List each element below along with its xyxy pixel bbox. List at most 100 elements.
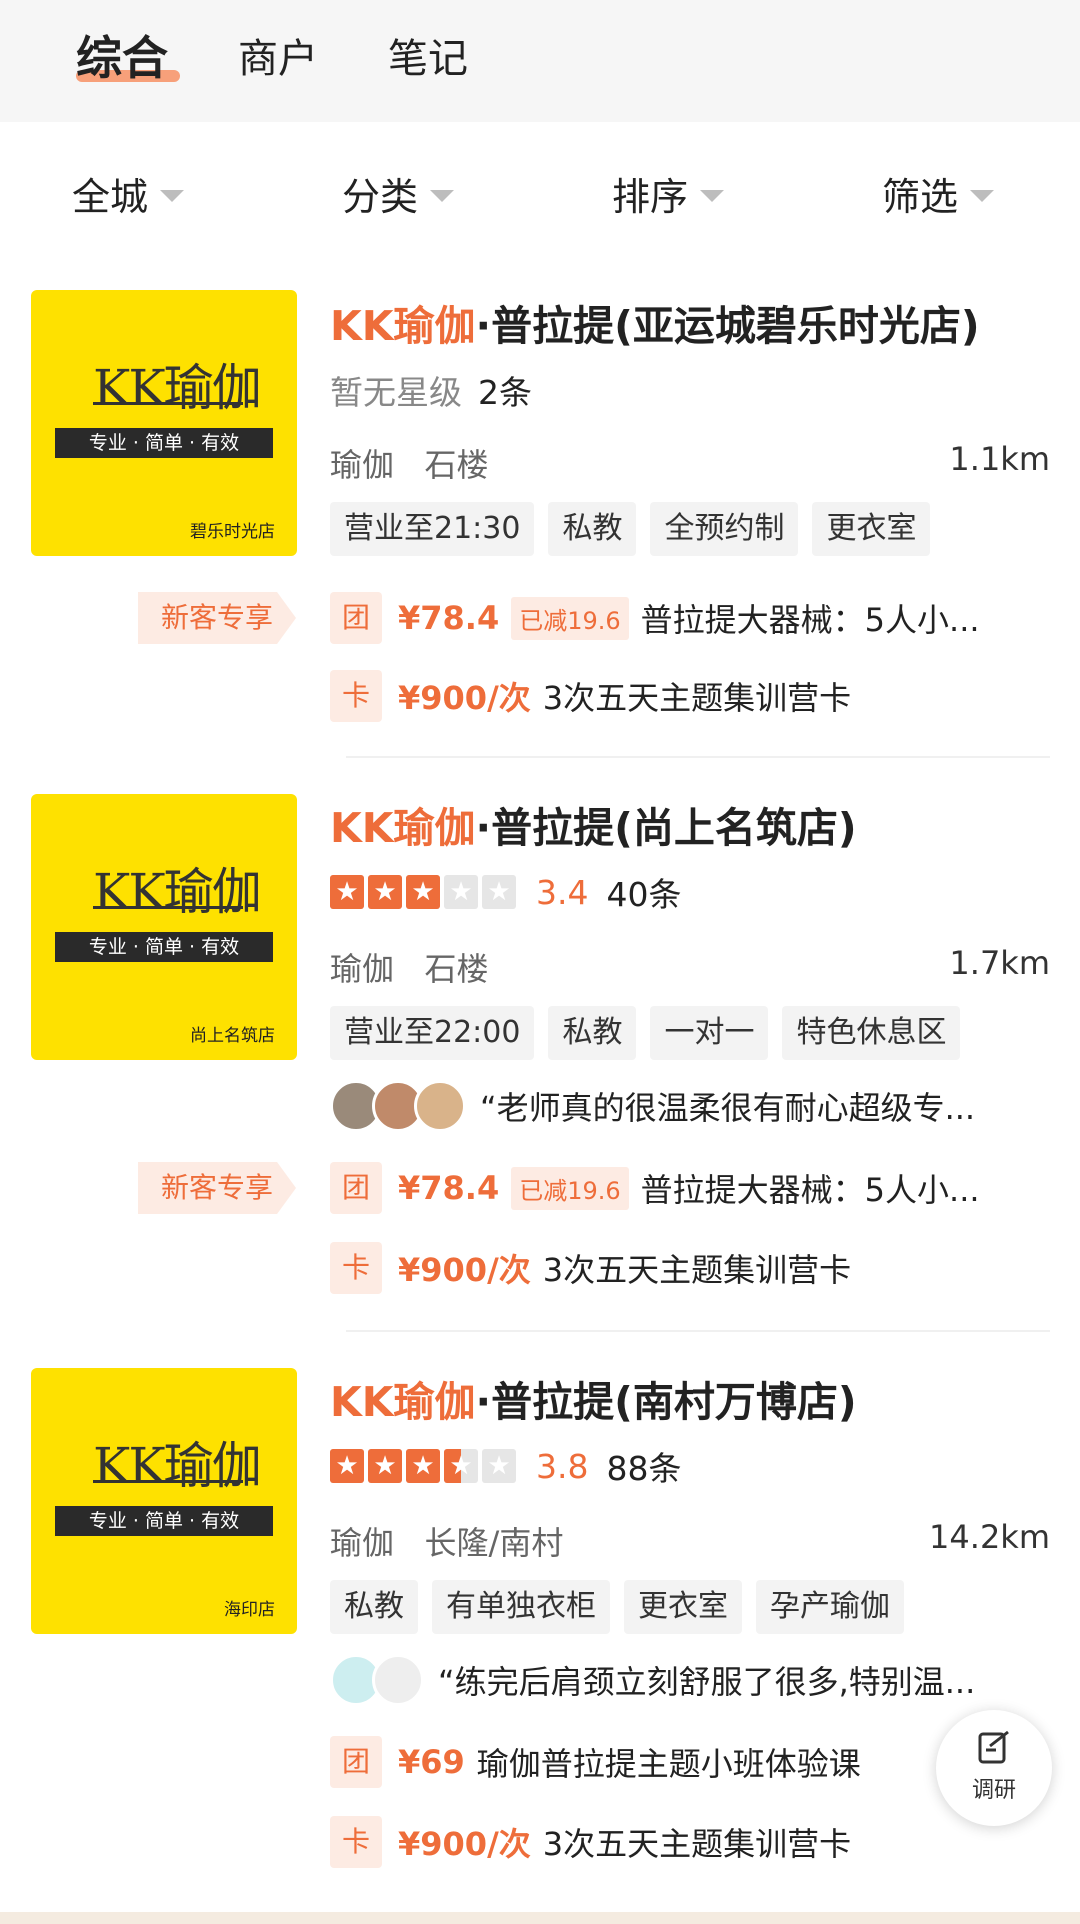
- thumbnail-store-label: 尚上名筑店: [190, 1026, 275, 1046]
- thumbnail-store-label: 碧乐时光店: [190, 522, 275, 542]
- star-icon: ★: [482, 875, 516, 909]
- tab-merchants[interactable]: 商户: [238, 26, 318, 84]
- new-customer-badge: 新客专享: [138, 1162, 296, 1214]
- deal-text: 3次五天主题集训营卡: [542, 679, 852, 717]
- star-rating: ★ ★ ★ ★ ★: [330, 1449, 520, 1483]
- category: 瑜伽: [330, 950, 395, 988]
- logo-slogan: 专业 · 简单 · 有效: [55, 932, 273, 962]
- logo-underline: [93, 1480, 243, 1483]
- logo-underline: [93, 906, 243, 909]
- category: 瑜伽: [330, 1524, 395, 1562]
- rating-row: ★ ★ ★ ★ ★ 3.4 40条: [330, 868, 681, 916]
- discount-badge: 已减19.6: [511, 596, 629, 640]
- deal-row[interactable]: 卡 ¥900/次 3次五天主题集训营卡: [330, 1242, 1050, 1294]
- star-icon: ★: [406, 1449, 440, 1483]
- tab-notes[interactable]: 笔记: [388, 26, 468, 84]
- survey-label: 调研: [971, 1778, 1016, 1803]
- tag: 私教: [330, 1580, 418, 1634]
- card-deal-icon: 卡: [330, 1242, 382, 1294]
- meta-row: 瑜伽 石楼 1.7km: [330, 944, 1050, 990]
- review-count: 40条: [606, 875, 682, 914]
- shop-title[interactable]: KK瑜伽·普拉提(亚运城碧乐时光店): [330, 292, 980, 352]
- deal-row[interactable]: 卡 ¥900/次 3次五天主题集训营卡: [330, 670, 1050, 722]
- discount-badge: 已减19.6: [511, 1166, 629, 1210]
- review-quote: “练完后肩颈立刻舒服了很多,特别温...: [438, 1663, 976, 1701]
- deal-row[interactable]: 团 ¥78.4 已减19.6 普拉提大器械：5人小...: [330, 592, 1050, 644]
- filter-city[interactable]: 全城: [72, 166, 185, 221]
- deal-price: ¥900/次: [398, 1825, 531, 1863]
- deal-row[interactable]: 团 ¥78.4 已减19.6 普拉提大器械：5人小...: [330, 1162, 1050, 1214]
- star-icon: ★: [330, 1449, 364, 1483]
- star-icon: ★: [368, 875, 402, 909]
- tag-list: 营业至22:00 私教 一对一 特色休息区: [330, 1006, 974, 1060]
- tab-comprehensive[interactable]: 综合: [76, 22, 168, 88]
- logo-underline: [93, 402, 243, 405]
- brand-logo: KK瑜伽: [93, 1437, 262, 1495]
- tag: 全预约制: [650, 502, 799, 556]
- shop-card[interactable]: KK瑜伽 专业 · 简单 · 有效 尚上名筑店 KK瑜伽·普拉提(尚上名筑店) …: [0, 760, 1080, 1332]
- rating-row: ★ ★ ★ ★ ★ 3.8 88条: [330, 1442, 681, 1490]
- tag: 更衣室: [624, 1580, 742, 1634]
- star-icon: ★: [406, 875, 440, 909]
- card-deal-icon: 卡: [330, 1816, 382, 1868]
- distance: 14.2km: [929, 1518, 1050, 1556]
- card-deal-icon: 卡: [330, 670, 382, 722]
- deal-text: 普拉提大器械：5人小...: [640, 1171, 980, 1209]
- filter-screen[interactable]: 筛选: [882, 166, 995, 221]
- review-snippet[interactable]: “练完后肩颈立刻舒服了很多,特别温...: [330, 1654, 1050, 1706]
- filter-category[interactable]: 分类: [342, 166, 455, 221]
- logo-slogan: 专业 · 简单 · 有效: [55, 428, 273, 458]
- caret-down-icon: [700, 189, 725, 202]
- rating-row: 暂无星级 2条: [330, 366, 532, 414]
- tag-list: 私教 有单独衣柜 更衣室 孕产瑜伽: [330, 1580, 918, 1634]
- deal-price: ¥78.4: [398, 1169, 500, 1207]
- star-rating: ★ ★ ★ ★ ★: [330, 875, 520, 909]
- deal-text: 3次五天主题集训营卡: [542, 1825, 852, 1863]
- deal-price: ¥78.4: [398, 599, 500, 637]
- shop-thumbnail[interactable]: KK瑜伽 专业 · 简单 · 有效 海印店: [31, 1368, 297, 1634]
- review-quote: “老师真的很温柔很有耐心超级专...: [480, 1089, 976, 1127]
- shop-title[interactable]: KK瑜伽·普拉提(尚上名筑店): [330, 794, 857, 854]
- new-customer-badge: 新客专享: [138, 592, 296, 644]
- shop-card[interactable]: KK瑜伽 专业 · 简单 · 有效 海印店 KK瑜伽·普拉提(南村万博店) ★ ★…: [0, 1332, 1080, 1912]
- tag: 特色休息区: [782, 1006, 961, 1060]
- rating-score: 3.4: [536, 872, 589, 912]
- shop-thumbnail[interactable]: KK瑜伽 专业 · 简单 · 有效 碧乐时光店: [31, 290, 297, 556]
- logo-slogan: 专业 · 简单 · 有效: [55, 1506, 273, 1536]
- next-card-peek: [0, 1912, 1080, 1924]
- group-deal-icon: 团: [330, 1162, 382, 1214]
- thumbnail-store-label: 海印店: [224, 1600, 275, 1620]
- review-count: 88条: [606, 1449, 682, 1488]
- caret-down-icon: [970, 189, 995, 202]
- shop-card[interactable]: KK瑜伽 专业 · 简单 · 有效 碧乐时光店 KK瑜伽·普拉提(亚运城碧乐时光…: [0, 256, 1080, 758]
- tag: 一对一: [650, 1006, 769, 1060]
- card-divider: [346, 756, 1050, 758]
- deal-row[interactable]: 卡 ¥900/次 3次五天主题集训营卡: [330, 1816, 1050, 1868]
- avatar: [372, 1654, 424, 1706]
- star-icon: ★: [330, 875, 364, 909]
- area: 石楼: [424, 950, 489, 988]
- top-tab-bar: 综合 商户 笔记: [0, 0, 1080, 122]
- area: 长隆/南村: [424, 1524, 564, 1562]
- tag: 营业至22:00: [330, 1006, 535, 1060]
- filter-sort[interactable]: 排序: [612, 166, 725, 221]
- caret-down-icon: [430, 189, 455, 202]
- review-count: 2条: [478, 373, 532, 412]
- tag: 私教: [548, 1006, 637, 1060]
- rating-score: 3.8: [536, 1446, 589, 1486]
- review-snippet[interactable]: “老师真的很温柔很有耐心超级专...: [330, 1080, 1050, 1132]
- area: 石楼: [424, 446, 489, 484]
- tag: 孕产瑜伽: [756, 1580, 904, 1634]
- survey-button[interactable]: 调研: [936, 1710, 1052, 1826]
- tag: 私教: [548, 502, 637, 556]
- star-icon: ★: [444, 875, 478, 909]
- tag: 营业至21:30: [330, 502, 535, 556]
- star-icon: ★: [482, 1449, 516, 1483]
- avatar: [414, 1080, 466, 1132]
- tag: 有单独衣柜: [432, 1580, 610, 1634]
- edit-note-icon: [978, 1730, 1009, 1764]
- deal-price: ¥69: [398, 1743, 465, 1781]
- shop-thumbnail[interactable]: KK瑜伽 专业 · 简单 · 有效 尚上名筑店: [31, 794, 297, 1060]
- meta-row: 瑜伽 长隆/南村 14.2km: [330, 1518, 1050, 1564]
- shop-title[interactable]: KK瑜伽·普拉提(南村万博店): [330, 1368, 857, 1428]
